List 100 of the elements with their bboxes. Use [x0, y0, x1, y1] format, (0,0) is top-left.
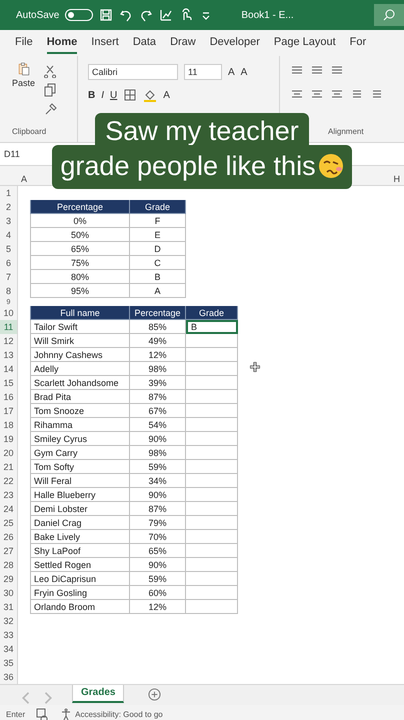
accessibility-status[interactable]: Accessibility: Good to go	[75, 710, 163, 718]
font-color-button[interactable]: A	[163, 90, 170, 100]
search-field[interactable]	[374, 4, 404, 26]
row-number[interactable]: 27	[0, 544, 18, 558]
table-cell[interactable]	[186, 558, 238, 572]
italic-button[interactable]: I	[101, 90, 104, 100]
scissors-icon[interactable]	[43, 64, 58, 78]
table-cell[interactable]	[186, 544, 238, 558]
row-number[interactable]: 35	[0, 656, 18, 670]
row-number[interactable]: 31	[0, 600, 18, 614]
row-number[interactable]: 28	[0, 558, 18, 572]
row-number[interactable]: 6	[0, 256, 18, 270]
row-number[interactable]: 14	[0, 362, 18, 376]
undo-icon[interactable]	[119, 8, 134, 22]
row-number[interactable]: 16	[0, 390, 18, 404]
row-number[interactable]: 7	[0, 270, 18, 284]
fill-color-icon[interactable]	[143, 88, 158, 102]
table-cell[interactable]	[186, 432, 238, 446]
row-number[interactable]: 2	[0, 200, 18, 214]
row-number[interactable]: 17	[0, 404, 18, 418]
table-cell[interactable]	[186, 474, 238, 488]
row-number[interactable]: 36	[0, 670, 18, 684]
table-cell: Gym Carry	[30, 446, 130, 460]
table-cell[interactable]	[186, 502, 238, 516]
row-number[interactable]: 22	[0, 474, 18, 488]
row-number[interactable]: 11	[0, 320, 18, 334]
row-number[interactable]: 24	[0, 502, 18, 516]
row-number[interactable]: 30	[0, 586, 18, 600]
save-icon[interactable]	[99, 8, 114, 22]
sheet-tab[interactable]: Grades	[72, 685, 124, 703]
ribbon-tab[interactable]: Page Layout	[274, 32, 336, 54]
chart-icon[interactable]	[159, 8, 174, 22]
paste-button[interactable]: Paste	[12, 62, 36, 116]
row-number[interactable]: 29	[0, 572, 18, 586]
borders-icon[interactable]	[123, 88, 138, 102]
table-cell[interactable]	[186, 334, 238, 348]
table-cell[interactable]	[186, 530, 238, 544]
row-number[interactable]: 10	[0, 306, 18, 320]
ribbon-tab[interactable]: Developer	[210, 32, 260, 54]
ribbon-tab[interactable]: Draw	[170, 32, 196, 54]
column-header[interactable]: H	[394, 172, 400, 185]
table-cell[interactable]	[186, 390, 238, 404]
emoji-icon	[318, 153, 344, 179]
table-cell[interactable]: B	[186, 320, 238, 334]
ribbon-tab[interactable]: File	[15, 32, 33, 54]
copy-icon[interactable]	[43, 83, 58, 97]
row-number[interactable]: 3	[0, 214, 18, 228]
ribbon-tab[interactable]: Data	[132, 32, 156, 54]
table-cell: Adelly	[30, 362, 130, 376]
table-cell: Smiley Cyrus	[30, 432, 130, 446]
grow-font-button[interactable]: A	[228, 66, 235, 78]
row-number[interactable]: 13	[0, 348, 18, 362]
table-cell[interactable]	[186, 404, 238, 418]
underline-button[interactable]: U	[110, 90, 118, 100]
row-number[interactable]: 5	[0, 242, 18, 256]
row-number[interactable]: 26	[0, 530, 18, 544]
row-number[interactable]: 15	[0, 376, 18, 390]
table-cell[interactable]	[186, 348, 238, 362]
bold-button[interactable]: B	[88, 90, 96, 100]
row-number[interactable]: 19	[0, 432, 18, 446]
row-number[interactable]: 21	[0, 460, 18, 474]
row-number[interactable]: 1	[0, 186, 18, 200]
shrink-font-button[interactable]: A	[240, 66, 248, 78]
row-number[interactable]: 8	[0, 284, 18, 298]
table-cell: Leo DiCaprisun	[30, 572, 130, 586]
table-cell[interactable]	[186, 488, 238, 502]
column-header[interactable]: A	[18, 172, 30, 185]
table-cell[interactable]	[186, 418, 238, 432]
format-painter-icon[interactable]	[43, 102, 58, 116]
row-number[interactable]: 12	[0, 334, 18, 348]
table-cell: 95%	[30, 284, 130, 298]
table-cell: Halle Blueberry	[30, 488, 130, 502]
row-number[interactable]: 18	[0, 418, 18, 432]
table-cell: 90%	[130, 432, 186, 446]
table-cell[interactable]	[186, 362, 238, 376]
ribbon-tab[interactable]: For	[350, 32, 366, 54]
table-cell[interactable]	[186, 376, 238, 390]
table-cell[interactable]	[186, 516, 238, 530]
row-number[interactable]: 23	[0, 488, 18, 502]
row-number[interactable]: 32	[0, 614, 18, 628]
table-cell[interactable]	[186, 600, 238, 614]
row-number[interactable]: 20	[0, 446, 18, 460]
row-number[interactable]: 33	[0, 628, 18, 642]
row-number[interactable]: 25	[0, 516, 18, 530]
redo-icon[interactable]	[139, 8, 154, 22]
font-size-dropdown[interactable]: 11	[184, 64, 222, 80]
ribbon-tab[interactable]: Home	[46, 32, 78, 54]
table-cell[interactable]	[186, 586, 238, 600]
row-number[interactable]: 4	[0, 228, 18, 242]
table-cell[interactable]	[186, 572, 238, 586]
ribbon-tab[interactable]: Insert	[91, 32, 119, 54]
table-cell[interactable]	[186, 460, 238, 474]
autosave-toggle[interactable]	[65, 9, 94, 21]
table-cell[interactable]	[186, 446, 238, 460]
add-sheet-icon[interactable]	[148, 688, 162, 701]
font-name-dropdown[interactable]: Calibri	[88, 64, 178, 80]
table-cell: Bake Lively	[30, 530, 130, 544]
table-cell: Daniel Crag	[30, 516, 130, 530]
row-number[interactable]: 34	[0, 642, 18, 656]
name-box[interactable]: D11	[4, 149, 20, 159]
